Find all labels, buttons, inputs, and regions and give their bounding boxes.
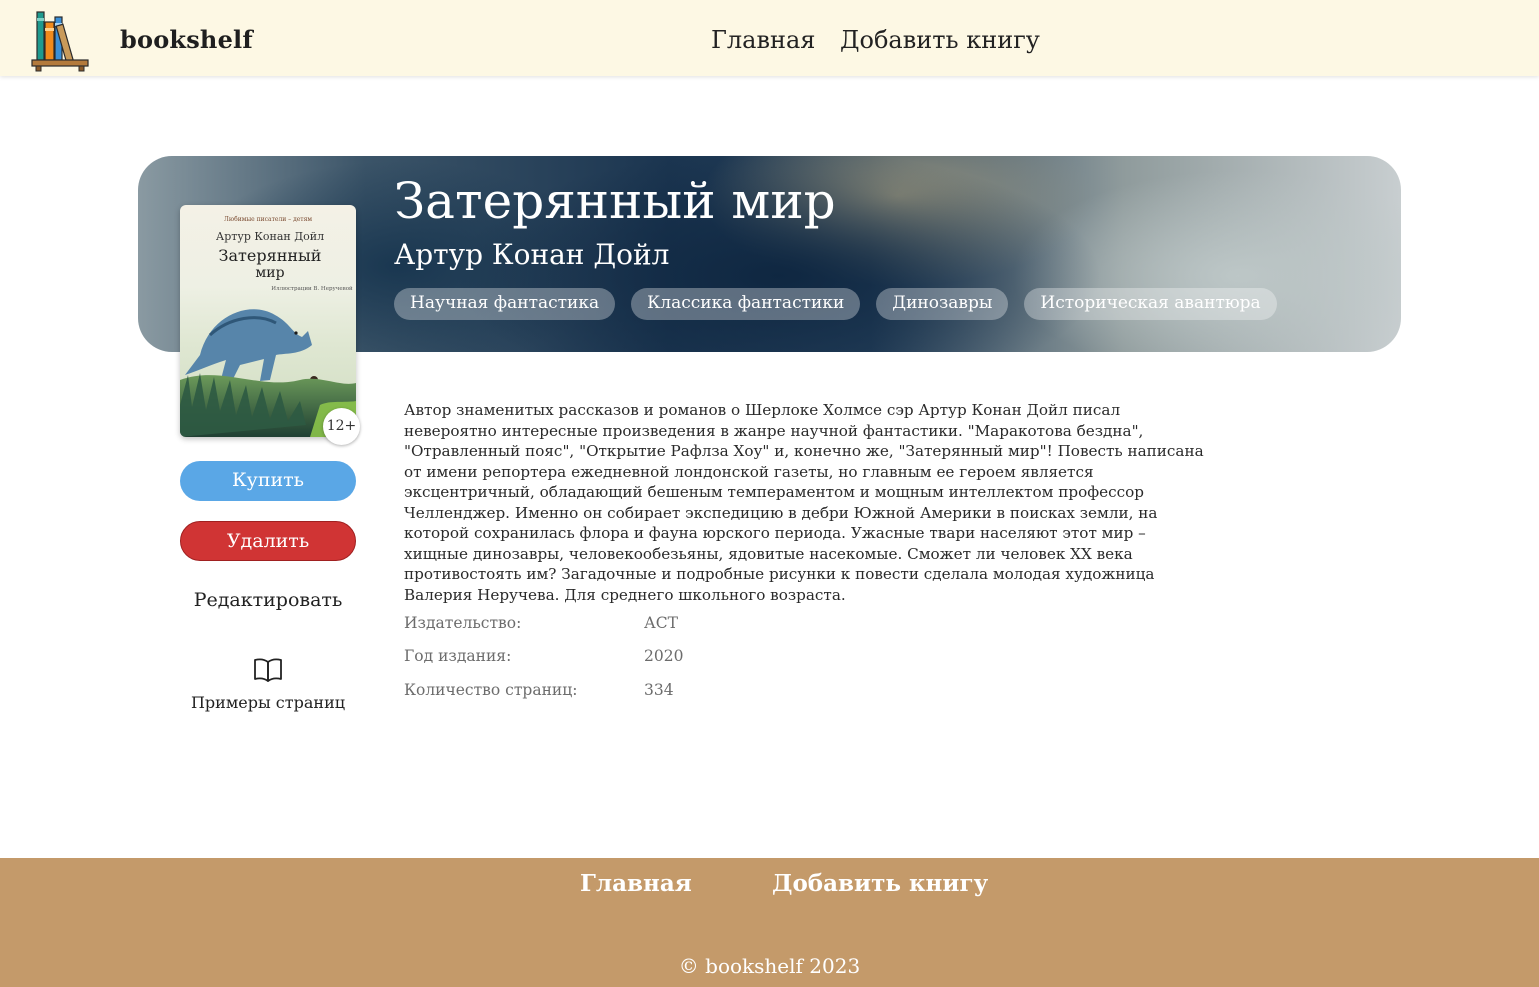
edit-link[interactable]: Редактировать bbox=[180, 589, 356, 611]
delete-button[interactable]: Удалить bbox=[180, 521, 356, 561]
detail-label: Издательство: bbox=[404, 614, 522, 632]
buy-button[interactable]: Купить bbox=[180, 461, 356, 501]
detail-value: 2020 bbox=[644, 647, 684, 665]
brand-name[interactable]: bookshelf bbox=[120, 25, 253, 54]
book-author: Артур Конан Дойл bbox=[394, 238, 670, 271]
detail-value: 334 bbox=[644, 681, 674, 699]
site-header: bookshelf Главная Добавить книгу bbox=[0, 0, 1539, 76]
genre-tag[interactable]: Классика фантастики bbox=[631, 288, 861, 320]
open-book-icon[interactable] bbox=[253, 657, 283, 683]
footer-home-link[interactable]: Главная bbox=[580, 870, 692, 897]
genre-tag[interactable]: Динозавры bbox=[876, 288, 1009, 320]
svg-text:Артур Конан Дойл: Артур Конан Дойл bbox=[216, 230, 324, 243]
genre-tag[interactable]: Историческая авантюра bbox=[1024, 288, 1277, 320]
page-samples-link[interactable]: Примеры страниц bbox=[180, 693, 356, 712]
svg-text:мир: мир bbox=[255, 265, 284, 281]
detail-label: Год издания: bbox=[404, 647, 512, 665]
genre-tags: Научная фантастика Классика фантастики Д… bbox=[394, 288, 1277, 320]
footer-add-book-link[interactable]: Добавить книгу bbox=[772, 870, 988, 897]
book-description: Автор знаменитых рассказов и романов о Ш… bbox=[404, 401, 1204, 604]
svg-text:Затерянный: Затерянный bbox=[219, 246, 322, 265]
age-rating-badge: 12+ bbox=[323, 408, 360, 445]
nav-home-link[interactable]: Главная bbox=[711, 26, 815, 54]
nav-add-book-link[interactable]: Добавить книгу bbox=[840, 26, 1040, 54]
site-footer: Главная Добавить книгу © bookshelf 2023 bbox=[0, 858, 1539, 987]
book-title: Затерянный мир bbox=[394, 172, 836, 230]
detail-value: АСТ bbox=[644, 614, 678, 632]
detail-label: Количество страниц: bbox=[404, 681, 578, 699]
bookshelf-logo-icon[interactable] bbox=[30, 10, 90, 72]
genre-tag[interactable]: Научная фантастика bbox=[394, 288, 616, 320]
svg-text:Иллюстрации В. Неручевой: Иллюстрации В. Неручевой bbox=[271, 286, 353, 292]
svg-text:Любимые писатели – детям: Любимые писатели – детям bbox=[224, 216, 313, 223]
book-cover-art: Любимые писатели – детям Артур Конан Дой… bbox=[180, 205, 356, 437]
copyright-text: © bookshelf 2023 bbox=[678, 954, 861, 978]
book-cover: Любимые писатели – детям Артур Конан Дой… bbox=[180, 205, 356, 437]
